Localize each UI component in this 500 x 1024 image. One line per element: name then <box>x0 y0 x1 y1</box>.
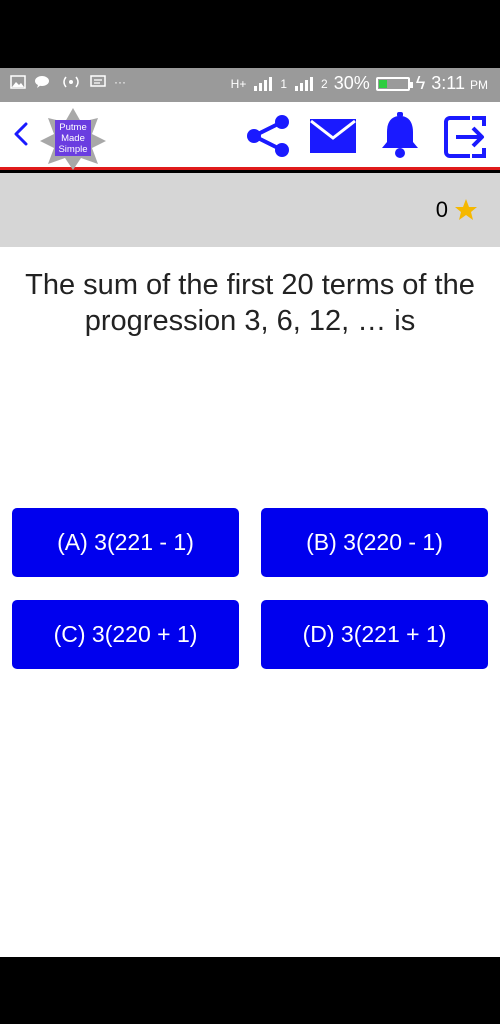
status-bar: ··· H+ 1 2 30% ϟ 3:11 PM <box>0 68 500 102</box>
message-icon <box>90 75 106 87</box>
chat-icon <box>35 76 49 88</box>
exit-icon[interactable] <box>442 114 490 162</box>
status-left-icons: ··· <box>10 75 126 89</box>
more-notifications-icon: ··· <box>114 75 126 89</box>
signal-sim2-icon <box>295 76 314 91</box>
option-d-button[interactable]: (D) 3(221 + 1) <box>261 600 488 669</box>
logo-line-3: Simple <box>58 143 88 155</box>
battery-percent: 30% <box>333 73 370 93</box>
score-display: 0 <box>436 197 478 223</box>
mail-icon[interactable] <box>309 118 357 154</box>
clock-ampm: PM <box>470 78 488 92</box>
phone-screen: ··· H+ 1 2 30% ϟ 3:11 PM Putme Made Simp… <box>0 0 500 1024</box>
image-icon <box>10 75 26 89</box>
sim1-label: 1 <box>280 76 288 91</box>
score-value: 0 <box>435 197 448 222</box>
sim2-label: 2 <box>321 76 328 91</box>
app-bar: Putme Made Simple <box>0 102 500 170</box>
battery-icon <box>375 76 413 91</box>
hotspot-icon <box>63 76 79 88</box>
star-icon <box>455 199 477 220</box>
logo-line-2: Made <box>61 132 85 144</box>
signal-sim1-icon <box>254 76 273 91</box>
clock-time: 3:11 <box>431 73 465 93</box>
status-right-icons: H+ 1 2 30% ϟ 3:11 PM <box>231 73 488 94</box>
option-a-button[interactable]: (A) 3(221 - 1) <box>12 508 239 577</box>
notification-bell-icon[interactable] <box>378 112 422 160</box>
question-text: The sum of the first 20 terms of the pro… <box>25 269 475 337</box>
logo-line-1: Putme <box>59 121 87 133</box>
network-type: H+ <box>230 76 247 91</box>
option-b-button[interactable]: (B) 3(220 - 1) <box>261 508 488 577</box>
back-arrow-icon[interactable] <box>8 116 34 152</box>
option-c-button[interactable]: (C) 3(220 + 1) <box>12 600 239 669</box>
app-logo: Putme Made Simple <box>55 120 91 156</box>
clock: 3:11 PM <box>431 73 488 94</box>
share-icon[interactable] <box>244 112 292 160</box>
navigation-bar <box>0 957 500 1024</box>
question-panel: The sum of the first 20 terms of the pro… <box>0 247 500 957</box>
score-bar: 0 <box>0 173 500 247</box>
battery-fill <box>378 79 388 88</box>
charging-icon: ϟ <box>415 73 426 93</box>
